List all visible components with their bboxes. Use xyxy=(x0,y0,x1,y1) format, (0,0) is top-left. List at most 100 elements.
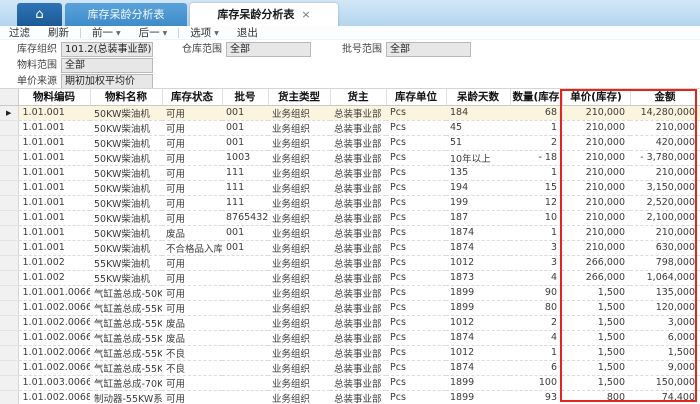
cell-inventory-status[interactable]: 废品 xyxy=(162,315,222,330)
cell-amount[interactable]: 3,150,000 xyxy=(630,180,700,195)
cell-owner[interactable]: 总装事业部 xyxy=(330,120,386,135)
cell-batch-no[interactable]: 001 xyxy=(222,225,268,240)
cell-inventory-status[interactable]: 可用 xyxy=(162,120,222,135)
cell-amount[interactable]: 150,000 xyxy=(630,375,700,390)
cell-owner[interactable]: 总装事业部 xyxy=(330,255,386,270)
cell-idle-days[interactable]: 184 xyxy=(446,105,510,120)
cell-owner-type[interactable]: 业务组织 xyxy=(268,375,330,390)
cell-qty-stock[interactable]: 3 xyxy=(510,255,562,270)
cell-material-name[interactable]: 气缸盖总成-55KW xyxy=(90,315,162,330)
cell-material-code[interactable]: 1.01.002.0066 xyxy=(18,345,90,360)
cell-idle-days[interactable]: 187 xyxy=(446,210,510,225)
cell-inventory-unit[interactable]: Pcs xyxy=(386,180,446,195)
row-indicator[interactable] xyxy=(0,225,18,240)
cell-batch-no[interactable]: 87654321 xyxy=(222,210,268,225)
cell-amount[interactable]: 120,000 xyxy=(630,300,700,315)
table-row[interactable]: 1.01.00150KW柴油机可用111业务组织总装事业部Pcs1351210,… xyxy=(0,165,700,180)
row-indicator[interactable] xyxy=(0,360,18,375)
cell-material-name[interactable]: 50KW柴油机 xyxy=(90,135,162,150)
options-button[interactable]: 选项▼ xyxy=(181,26,228,40)
cell-qty-stock[interactable]: 15 xyxy=(510,180,562,195)
cell-qty-stock[interactable]: 90 xyxy=(510,285,562,300)
cell-amount[interactable]: 2,100,000 xyxy=(630,210,700,225)
cell-qty-stock[interactable]: 100 xyxy=(510,375,562,390)
cell-inventory-unit[interactable]: Pcs xyxy=(386,150,446,165)
table-row[interactable]: 1.01.002.0066气缸盖总成-55KW不良业务组织总装事业部Pcs187… xyxy=(0,360,700,375)
cell-idle-days[interactable]: 135 xyxy=(446,165,510,180)
material-range-field[interactable]: 全部 xyxy=(61,58,153,73)
table-row[interactable]: 1.01.00150KW柴油机可用1003业务组织总装事业部Pcs10年以上- … xyxy=(0,150,700,165)
cell-material-code[interactable]: 1.01.001 xyxy=(18,240,90,255)
cell-material-name[interactable]: 气缸盖总成-55KW xyxy=(90,360,162,375)
cell-idle-days[interactable]: 1874 xyxy=(446,360,510,375)
cell-inventory-status[interactable]: 可用 xyxy=(162,150,222,165)
cell-material-code[interactable]: 1.01.002 xyxy=(18,270,90,285)
cell-inventory-status[interactable]: 可用 xyxy=(162,210,222,225)
column-header-owner[interactable]: 货主 xyxy=(330,89,386,105)
cell-owner-type[interactable]: 业务组织 xyxy=(268,105,330,120)
cell-owner-type[interactable]: 业务组织 xyxy=(268,330,330,345)
cell-inventory-status[interactable]: 可用 xyxy=(162,285,222,300)
cell-owner[interactable]: 总装事业部 xyxy=(330,150,386,165)
table-row[interactable]: 1.01.00150KW柴油机可用111业务组织总装事业部Pcs19415210… xyxy=(0,180,700,195)
cell-qty-stock[interactable]: 68 xyxy=(510,105,562,120)
cell-inventory-unit[interactable]: Pcs xyxy=(386,210,446,225)
column-header-material-name[interactable]: 物料名称 xyxy=(90,89,162,105)
close-icon[interactable]: × xyxy=(301,8,310,21)
cell-material-code[interactable]: 1.01.002.0066 xyxy=(18,300,90,315)
cell-inventory-status[interactable]: 可用 xyxy=(162,180,222,195)
column-header-amount[interactable]: 金额 xyxy=(630,89,700,105)
cell-batch-no[interactable]: 1003 xyxy=(222,150,268,165)
cell-material-code[interactable]: 1.01.001 xyxy=(18,210,90,225)
cell-amount[interactable]: 14,280,000 xyxy=(630,105,700,120)
cell-inventory-status[interactable]: 可用 xyxy=(162,135,222,150)
cell-idle-days[interactable]: 10年以上 xyxy=(446,150,510,165)
row-indicator[interactable] xyxy=(0,330,18,345)
exit-button[interactable]: 退出 xyxy=(228,26,267,40)
column-header-unit-price-stock[interactable]: 单价(库存) xyxy=(562,89,630,105)
table-row[interactable]: 1.01.002.0068制动器-55KW系列可用业务组织总装事业部Pcs189… xyxy=(0,390,700,404)
unit-price-source-field[interactable]: 期初加权平均价 xyxy=(61,74,153,89)
cell-material-name[interactable]: 气缸盖总成-50KW xyxy=(90,285,162,300)
cell-qty-stock[interactable]: 1 xyxy=(510,120,562,135)
cell-inventory-unit[interactable]: Pcs xyxy=(386,165,446,180)
cell-unit-price-stock[interactable]: 210,000 xyxy=(562,195,630,210)
cell-unit-price-stock[interactable]: 210,000 xyxy=(562,210,630,225)
cell-qty-stock[interactable]: 1 xyxy=(510,225,562,240)
row-indicator[interactable] xyxy=(0,270,18,285)
cell-owner-type[interactable]: 业务组织 xyxy=(268,135,330,150)
cell-batch-no[interactable] xyxy=(222,255,268,270)
cell-owner[interactable]: 总装事业部 xyxy=(330,300,386,315)
row-indicator[interactable] xyxy=(0,210,18,225)
cell-idle-days[interactable]: 51 xyxy=(446,135,510,150)
cell-inventory-unit[interactable]: Pcs xyxy=(386,315,446,330)
table-row[interactable]: 1.01.00255KW柴油机可用业务组织总装事业部Pcs10123266,00… xyxy=(0,255,700,270)
cell-inventory-status[interactable]: 不良 xyxy=(162,360,222,375)
cell-inventory-unit[interactable]: Pcs xyxy=(386,300,446,315)
cell-owner[interactable]: 总装事业部 xyxy=(330,165,386,180)
cell-inventory-status[interactable]: 可用 xyxy=(162,390,222,404)
cell-owner-type[interactable]: 业务组织 xyxy=(268,345,330,360)
cell-idle-days[interactable]: 1874 xyxy=(446,330,510,345)
cell-unit-price-stock[interactable]: 1,500 xyxy=(562,300,630,315)
cell-qty-stock[interactable]: 4 xyxy=(510,330,562,345)
column-header-material-code[interactable]: 物料编码 xyxy=(18,89,90,105)
cell-qty-stock[interactable]: 12 xyxy=(510,195,562,210)
row-indicator[interactable]: ▶ xyxy=(0,105,18,120)
cell-unit-price-stock[interactable]: 800 xyxy=(562,390,630,404)
cell-owner[interactable]: 总装事业部 xyxy=(330,330,386,345)
cell-inventory-unit[interactable]: Pcs xyxy=(386,360,446,375)
refresh-button[interactable]: 刷新 xyxy=(39,26,78,40)
table-row[interactable]: 1.01.00150KW柴油机不合格品入库001业务组织总装事业部Pcs1874… xyxy=(0,240,700,255)
table-row[interactable]: 1.01.002.0066气缸盖总成-55KW可用业务组织总装事业部Pcs189… xyxy=(0,300,700,315)
row-indicator[interactable] xyxy=(0,285,18,300)
cell-qty-stock[interactable]: 1 xyxy=(510,345,562,360)
cell-batch-no[interactable]: 001 xyxy=(222,120,268,135)
cell-material-name[interactable]: 55KW柴油机 xyxy=(90,270,162,285)
cell-material-name[interactable]: 50KW柴油机 xyxy=(90,105,162,120)
cell-qty-stock[interactable]: 3 xyxy=(510,240,562,255)
cell-idle-days[interactable]: 1873 xyxy=(446,270,510,285)
cell-owner[interactable]: 总装事业部 xyxy=(330,270,386,285)
cell-inventory-unit[interactable]: Pcs xyxy=(386,255,446,270)
cell-owner-type[interactable]: 业务组织 xyxy=(268,255,330,270)
